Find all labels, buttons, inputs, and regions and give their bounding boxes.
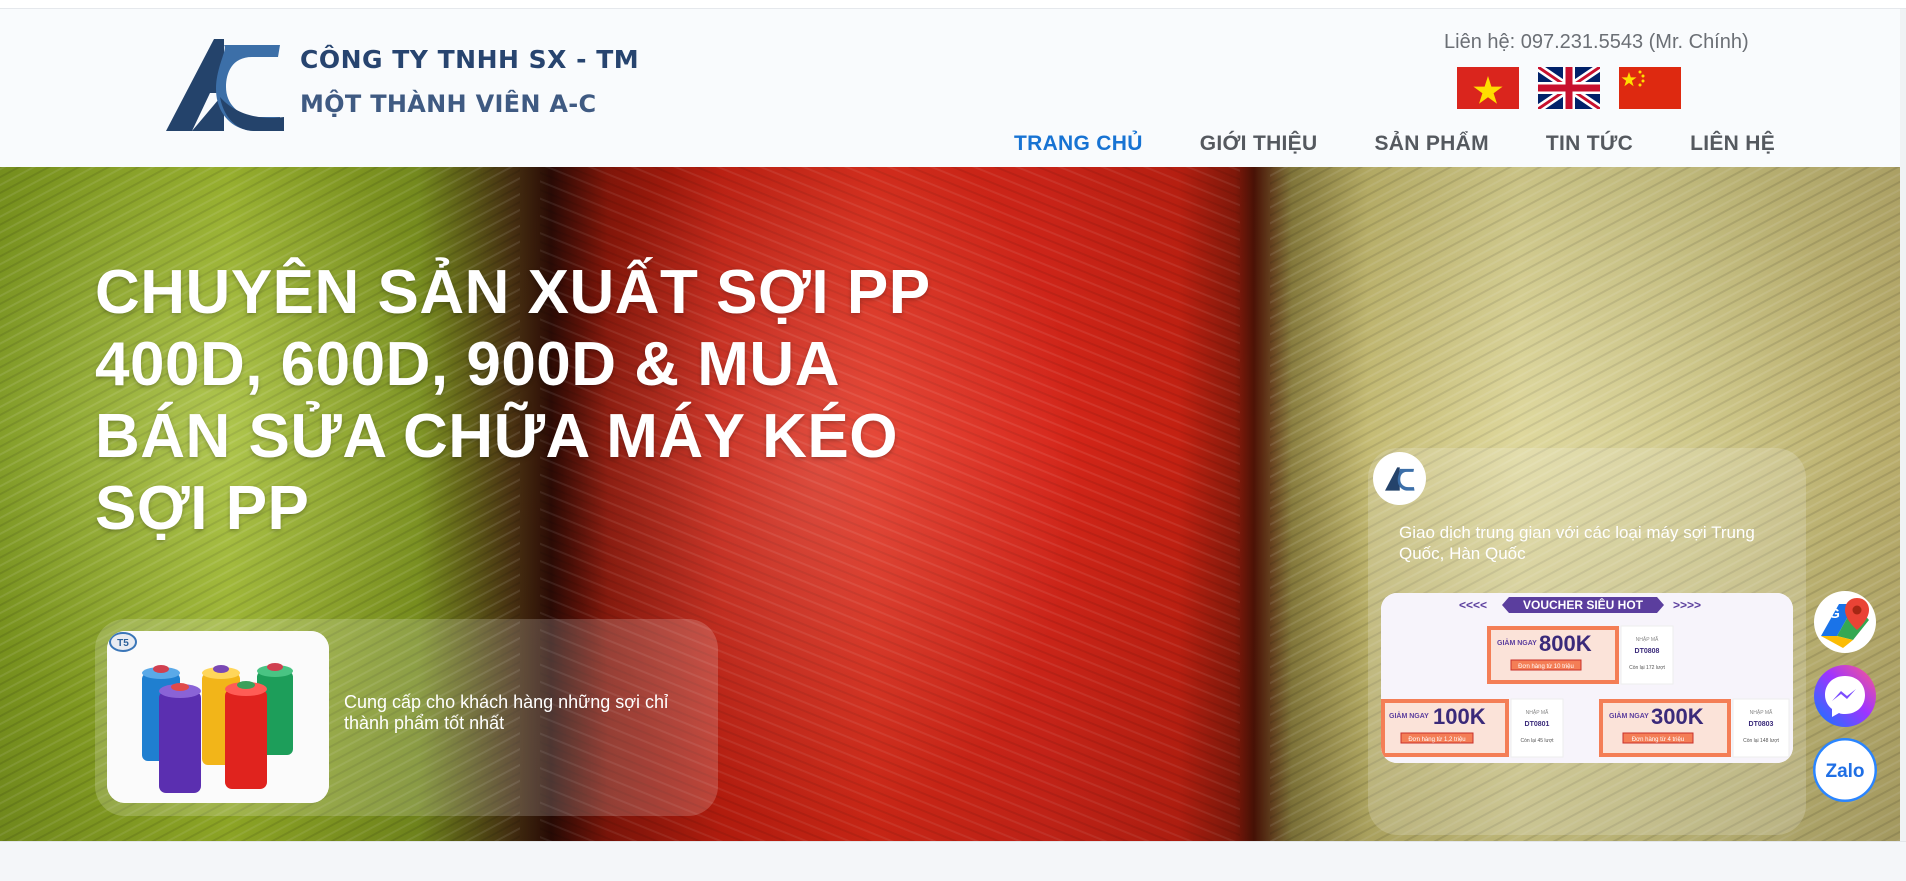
voucher-300k-amount: 300K xyxy=(1651,704,1704,729)
feature-card-threads-text: Cung cấp cho khách hàng những sợi chỉ th… xyxy=(344,692,669,733)
voucher-800k-remaining: Còn lại 172 lượt xyxy=(1629,665,1665,671)
voucher-300k-nhapma: NHẬP MÃ xyxy=(1750,709,1773,716)
voucher-800k-condition: Đơn hàng từ 10 triệu xyxy=(1518,664,1574,670)
vietnam-flag-icon[interactable] xyxy=(1457,67,1519,109)
voucher-100k-label: GIẢM NGAY xyxy=(1389,711,1429,720)
hero-headline: CHUYÊN SẢN XUẤT SỢI PP 400D, 600D, 900D … xyxy=(95,257,955,545)
voucher-300k-remaining: Còn lại 148 lượt xyxy=(1743,738,1779,744)
nav-home[interactable]: TRANG CHỦ xyxy=(1002,129,1155,171)
voucher-300k-code: DT0803 xyxy=(1749,721,1774,728)
voucher-800k-amount: 800K xyxy=(1539,631,1592,656)
page-scrollbar[interactable] xyxy=(1900,9,1906,841)
voucher-arrows-left: <<<< xyxy=(1459,598,1487,612)
ac-logo[interactable] xyxy=(162,35,288,135)
zalo-icon[interactable]: Zalo xyxy=(1813,738,1877,802)
voucher-100k[interactable]: GIẢM NGAY 100K Đơn hàng từ 1,2 triệu NHẬ… xyxy=(1381,698,1564,758)
voucher-800k-code: DT0808 xyxy=(1635,648,1660,655)
next-section-edge xyxy=(0,841,1906,881)
hero-headline-line2: 400D, 600D, 900D & MUA xyxy=(95,330,840,399)
hero-headline-line3: BÁN SỬA CHỮA MÁY KÉO xyxy=(95,402,898,471)
voucher-promo-image[interactable]: <<<< VOUCHER SIÊU HOT >>>> GIẢM NGAY 800… xyxy=(1381,593,1793,763)
site-header: CÔNG TY TNHH SX - TM MỘT THÀNH VIÊN A-C … xyxy=(0,9,1900,171)
voucher-300k-label: GIẢM NGAY xyxy=(1609,711,1649,720)
colored-spools-image: T5 xyxy=(107,631,329,803)
voucher-800k-label: GIẢM NGAY xyxy=(1497,638,1537,647)
voucher-100k-nhapma: NHẬP MÃ xyxy=(1526,709,1549,716)
hero-headline-line4: SỢI PP xyxy=(95,474,310,543)
voucher-300k-condition: Đơn hàng từ 4 triệu xyxy=(1632,737,1684,743)
nav-contact[interactable]: LIÊN HỆ xyxy=(1678,129,1787,171)
voucher-100k-remaining: Còn lại 45 lượt xyxy=(1520,738,1554,744)
voucher-banner: VOUCHER SIÊU HOT xyxy=(1523,597,1644,612)
voucher-100k-code: DT0801 xyxy=(1525,721,1550,728)
voucher-800k[interactable]: GIẢM NGAY 800K Đơn hàng từ 10 triệu NHẬP… xyxy=(1487,625,1674,685)
voucher-100k-amount: 100K xyxy=(1433,704,1486,729)
nav-news[interactable]: TIN TỨC xyxy=(1534,129,1645,171)
uk-flag-icon[interactable] xyxy=(1538,67,1600,109)
china-flag-icon[interactable] xyxy=(1619,67,1681,109)
feature-card-threads: T5 Cung cấp cho khách hàng những sợi chỉ… xyxy=(95,619,718,816)
voucher-100k-condition: Đơn hàng từ 1,2 triệu xyxy=(1408,737,1465,743)
voucher-arrows-right: >>>> xyxy=(1673,598,1701,612)
svg-text:G: G xyxy=(1829,605,1840,621)
nav-about[interactable]: GIỚI THIỆU xyxy=(1188,129,1330,171)
main-nav: TRANG CHỦ GIỚI THIỆU SẢN PHẨM TIN TỨC LI… xyxy=(1002,129,1820,171)
feature-card-machines: Giao dịch trung gian với các loại máy sợ… xyxy=(1368,448,1806,835)
messenger-icon[interactable] xyxy=(1813,664,1877,728)
contact-info: Liên hệ: 097.231.5543 (Mr. Chính) xyxy=(1444,31,1749,53)
language-switcher xyxy=(1457,67,1681,109)
voucher-800k-nhapma: NHẬP MÃ xyxy=(1636,636,1659,643)
nav-products[interactable]: SẢN PHẨM xyxy=(1362,129,1500,171)
hero-headline-line1: CHUYÊN SẢN XUẤT SỢI PP xyxy=(95,258,931,327)
feature-card-machines-text: Giao dịch trung gian với các loại máy sợ… xyxy=(1399,523,1755,563)
company-name: CÔNG TY TNHH SX - TM MỘT THÀNH VIÊN A-C xyxy=(300,45,639,118)
hero-banner: CHUYÊN SẢN XUẤT SỢI PP 400D, 600D, 900D … xyxy=(0,167,1900,841)
company-name-line2: MỘT THÀNH VIÊN A-C xyxy=(300,90,597,118)
voucher-300k[interactable]: GIẢM NGAY 300K Đơn hàng từ 4 triệu NHẬP … xyxy=(1599,698,1790,758)
google-maps-icon[interactable]: G xyxy=(1813,590,1877,654)
top-border xyxy=(0,0,1906,9)
ac-mini-logo xyxy=(1373,452,1426,505)
zalo-label: Zalo xyxy=(1825,761,1864,782)
svg-text:T5: T5 xyxy=(117,638,129,649)
company-name-line1: CÔNG TY TNHH SX - TM xyxy=(300,45,640,74)
